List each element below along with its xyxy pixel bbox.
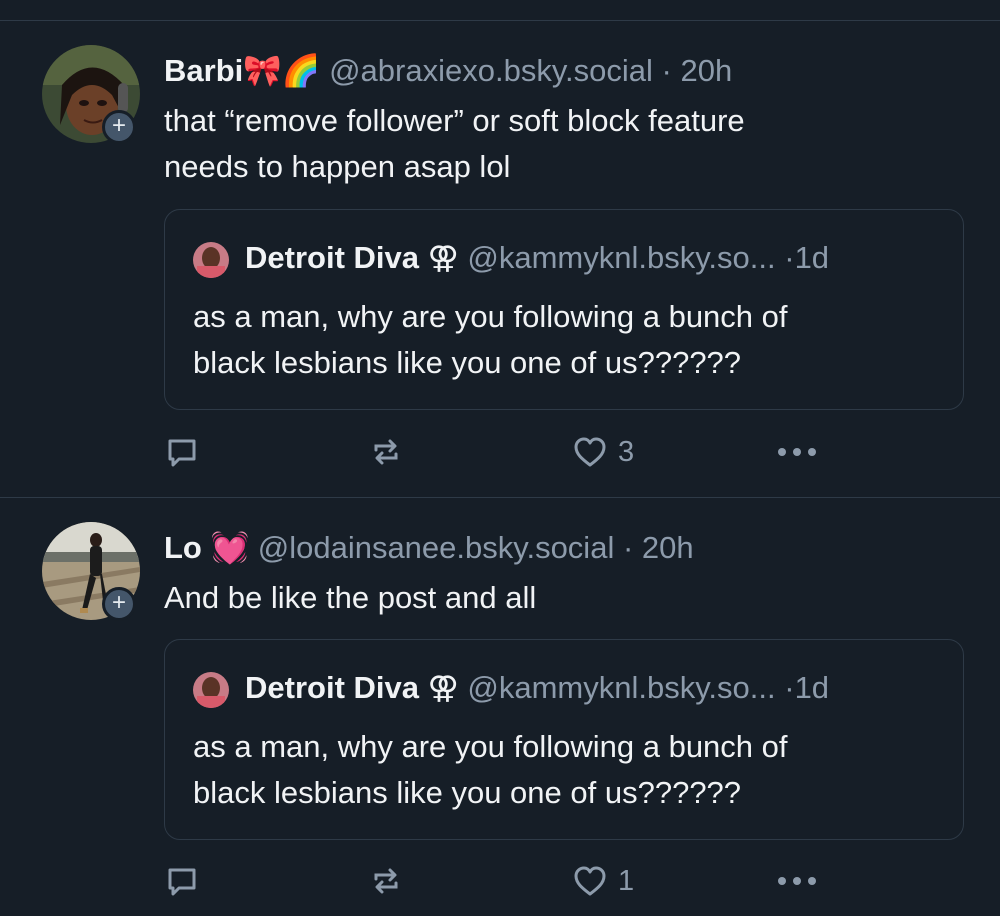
top-divider: [0, 20, 1000, 21]
post-text-line: And be like the post and all: [164, 580, 537, 615]
post-time[interactable]: 20h: [642, 530, 694, 565]
like-button[interactable]: 1: [572, 856, 634, 906]
quote-text-line: black lesbians like you one of us??????: [193, 345, 742, 380]
quote-display-name: Detroit Diva: [245, 240, 419, 275]
author-display-name[interactable]: Lo: [164, 530, 202, 565]
author-handle[interactable]: @abraxiexo.bsky.social: [329, 53, 653, 88]
quote-time: 1d: [794, 240, 830, 275]
quote-handle: @kammyknl.bsky.so...: [467, 670, 776, 705]
like-button[interactable]: 3: [572, 427, 634, 477]
quote-header: Detroit Diva ⚢ @kammyknl.bsky.so... ·1d: [245, 670, 829, 706]
more-icon: [778, 448, 816, 456]
repost-button[interactable]: [368, 856, 404, 906]
follow-plus-icon[interactable]: +: [102, 110, 136, 144]
repost-icon: [374, 868, 398, 894]
separator-dot: ·: [784, 670, 795, 705]
quote-text: as a man, why are you following a bunch …: [193, 724, 953, 816]
author-emoji: 🎀🌈: [243, 53, 321, 88]
post-actions: 3: [0, 427, 1000, 477]
post-text: And be like the post and all: [164, 575, 954, 621]
like-count: 3: [618, 435, 635, 468]
quote-time: 1d: [794, 670, 830, 705]
quote-handle: @kammyknl.bsky.so...: [467, 240, 776, 275]
quote-display-name: Detroit Diva: [245, 670, 419, 705]
quote-text-line: as a man, why are you following a bunch …: [193, 729, 788, 764]
quoted-post[interactable]: Detroit Diva ⚢ @kammyknl.bsky.so... ·1d …: [164, 209, 964, 410]
reply-button[interactable]: [164, 427, 200, 477]
post-actions: 1: [0, 856, 1000, 906]
author-emoji: 💓: [210, 530, 250, 565]
repost-icon: [374, 439, 398, 465]
like-count: 1: [618, 864, 635, 897]
quote-symbol: ⚢: [427, 240, 459, 275]
quote-avatar-image: [193, 242, 229, 278]
post-text: that “remove follower” or soft block fea…: [164, 98, 954, 190]
post-time[interactable]: 20h: [680, 53, 732, 88]
quote-header: Detroit Diva ⚢ @kammyknl.bsky.so... ·1d: [245, 240, 829, 276]
heart-icon: [574, 437, 606, 467]
post-header: Barbi🎀🌈 @abraxiexo.bsky.social · 20h: [164, 52, 732, 89]
reply-button[interactable]: [164, 856, 200, 906]
comment-icon: [168, 439, 196, 467]
quote-author-avatar: [193, 242, 229, 278]
post-divider: [0, 497, 1000, 498]
more-icon: [778, 877, 816, 885]
post-text-line: needs to happen asap lol: [164, 149, 511, 184]
comment-icon: [168, 868, 196, 896]
quote-text-line: black lesbians like you one of us??????: [193, 775, 742, 810]
quoted-post[interactable]: Detroit Diva ⚢ @kammyknl.bsky.so... ·1d …: [164, 639, 964, 840]
quote-text: as a man, why are you following a bunch …: [193, 294, 953, 386]
quote-text-line: as a man, why are you following a bunch …: [193, 299, 788, 334]
heart-icon: [574, 866, 606, 896]
quote-symbol: ⚢: [427, 670, 459, 705]
author-display-name[interactable]: Barbi: [164, 53, 243, 88]
follow-plus-icon[interactable]: +: [102, 587, 136, 621]
separator-dot: ·: [784, 240, 795, 275]
quote-avatar-image: [193, 672, 229, 708]
separator-dot: ·: [622, 530, 634, 565]
post-text-line: that “remove follower” or soft block fea…: [164, 103, 745, 138]
more-options-button[interactable]: [776, 856, 818, 906]
quote-author-avatar: [193, 672, 229, 708]
separator-dot: ·: [661, 53, 672, 88]
repost-button[interactable]: [368, 427, 404, 477]
author-handle[interactable]: @lodainsanee.bsky.social: [258, 530, 615, 565]
more-options-button[interactable]: [776, 427, 818, 477]
post-header: Lo 💓 @lodainsanee.bsky.social · 20h: [164, 529, 694, 566]
